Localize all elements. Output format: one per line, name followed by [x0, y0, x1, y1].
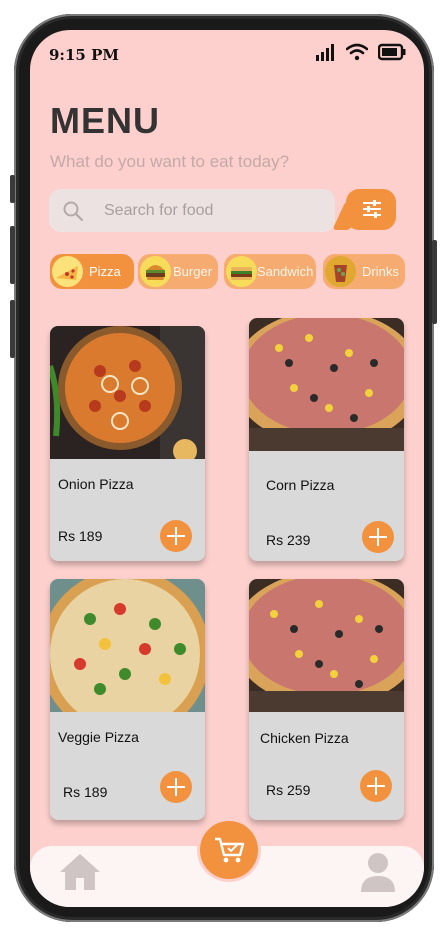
add-to-cart-button[interactable]: [360, 770, 392, 802]
add-to-cart-button[interactable]: [160, 520, 192, 552]
sliders-icon: [363, 200, 381, 218]
status-bar: 9:15 PM: [30, 30, 424, 84]
filter-button[interactable]: [346, 189, 396, 230]
food-card-veggie-pizza[interactable]: Veggie Pizza Rs 189: [50, 579, 205, 820]
category-sandwich[interactable]: Sandwich: [224, 254, 316, 289]
search-icon: [63, 201, 84, 222]
chicken-pizza-image: [249, 579, 404, 712]
cart-button[interactable]: [197, 818, 261, 882]
veggie-pizza-image: [50, 579, 205, 712]
category-label: Drinks: [362, 264, 399, 279]
pizza-icon: [52, 256, 83, 287]
item-name: Veggie Pizza: [58, 729, 139, 745]
phone-side-button: [432, 240, 437, 324]
app-screen: 9:15 PM MENU What do you want to eat tod…: [30, 30, 424, 907]
phone-side-button: [10, 175, 15, 203]
corn-pizza-image: [249, 318, 404, 451]
item-price: Rs 189: [63, 784, 108, 800]
item-name: Corn Pizza: [266, 477, 335, 493]
cart-icon: [215, 837, 245, 863]
item-price: Rs 259: [266, 782, 311, 798]
status-time: 9:15 PM: [49, 46, 119, 64]
category-drinks[interactable]: Drinks: [323, 254, 405, 289]
add-to-cart-button[interactable]: [160, 771, 192, 803]
status-icons: [316, 43, 406, 61]
item-name: Onion Pizza: [58, 476, 134, 492]
category-pizza[interactable]: Pizza: [50, 254, 134, 289]
profile-icon[interactable]: [359, 852, 397, 894]
category-bar: Pizza Burger Sandwich Drinks: [50, 254, 424, 291]
item-name: Chicken Pizza: [260, 730, 349, 746]
search-input[interactable]: Search for food: [49, 189, 335, 232]
page-subtitle: What do you want to eat today?: [50, 152, 290, 171]
item-price: Rs 189: [58, 528, 103, 544]
category-label: Pizza: [89, 264, 121, 279]
onion-pizza-image: [50, 326, 205, 459]
page-title: MENU: [50, 100, 160, 141]
food-card-chicken-pizza[interactable]: Chicken Pizza Rs 259: [249, 579, 404, 820]
sandwich-icon: [226, 256, 257, 287]
category-label: Burger: [173, 264, 213, 279]
battery-icon: [378, 43, 406, 61]
item-price: Rs 239: [266, 532, 311, 548]
category-burger[interactable]: Burger: [138, 254, 218, 289]
drinks-icon: [325, 256, 356, 287]
burger-icon: [140, 256, 171, 287]
phone-side-button: [10, 300, 15, 358]
food-card-onion-pizza[interactable]: Onion Pizza Rs 189: [50, 326, 205, 561]
food-card-corn-pizza[interactable]: Corn Pizza Rs 239: [249, 318, 404, 561]
wifi-icon: [346, 43, 368, 61]
signal-icon: [316, 44, 334, 61]
category-label: Sandwich: [257, 264, 314, 279]
add-to-cart-button[interactable]: [362, 521, 394, 553]
phone-side-button: [10, 226, 15, 284]
search-placeholder: Search for food: [104, 202, 214, 219]
home-icon[interactable]: [58, 852, 102, 892]
